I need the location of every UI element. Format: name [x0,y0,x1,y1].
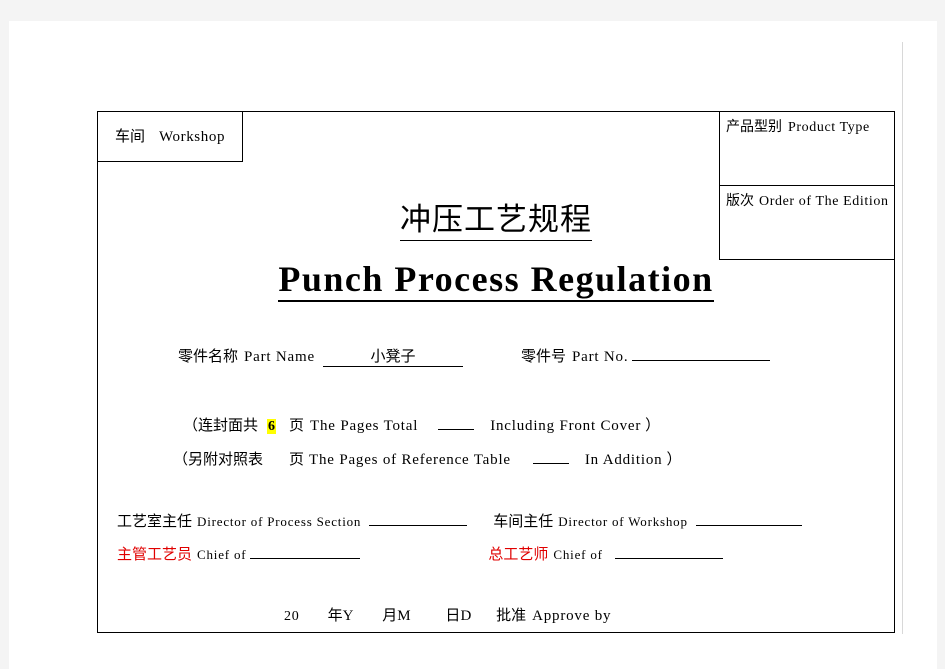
title-block: 冲压工艺规程 Punch Process Regulation [98,194,894,302]
date-year-en: Y [342,608,355,624]
page-surround-left [0,0,9,669]
page-surround-top [0,0,945,21]
workshop-label-cn: 车间 [114,127,145,145]
ref-extra-blank[interactable] [532,448,569,464]
date-day-cn: 日 [445,606,461,624]
pages-count-value[interactable]: 6 [267,419,277,434]
chief-engineer-label-en: Chief of [553,547,603,562]
workshop-cell-text: 车间 Workshop [115,127,225,146]
title-cn-wrap: 冲压工艺规程 [98,194,894,241]
part-no-label-en: Part No. [571,349,629,365]
pages-label-en: The Pages Total [310,418,419,434]
product-type-label-cn: 产品型别 [726,119,782,135]
date-month-cn: 月 [382,606,398,624]
title-en-wrap: Punch Process Regulation [98,258,894,302]
product-type-cell-text: 产品型别 Product Type [726,119,870,135]
document-title-cn: 冲压工艺规程 [400,194,592,241]
ref-label-en: The Pages of Reference Table [309,452,511,468]
chief-engineer-label-cn: 总工艺师 [488,545,549,563]
reference-table-row: （另附对照表 页 The Pages of Reference Table In Ad… [173,448,681,469]
document-page: 车间 Workshop 产品型别 Product Type 版次 Order of T… [9,21,937,669]
date-year-prefix[interactable]: 20 [284,609,300,624]
document-title-en: Punch Process Regulation [278,258,714,302]
ref-label-cn: 另附对照表 [188,450,264,468]
pages-open-paren: （ [183,416,199,434]
workshop-director-label-cn: 车间主任 [493,512,554,530]
date-year-cn: 年 [327,606,343,624]
part-no-value[interactable] [632,345,771,361]
product-type-label-en: Product Type [788,120,870,135]
pages-label-cn: 连封面共 [198,416,259,434]
pages-close-paren: ） [645,416,661,434]
part-name-label-en: Part Name [244,349,315,365]
pages-label-en2: Including Front Cover [490,418,642,434]
chief-process-label-cn: 主管工艺员 [117,545,193,563]
process-section-label-cn: 工艺室主任 [117,512,193,530]
workshop-director-label-en: Director of Workshop [558,514,688,529]
chief-engineer-signature[interactable] [614,544,723,559]
part-no-label-cn: 零件号 [520,347,566,365]
approve-label-cn: 批准 [496,606,527,624]
workshop-label-en: Workshop [158,129,226,145]
part-name-row: 零件名称 Part Name 小凳子 零件号 Part No. [178,345,771,367]
part-name-value[interactable]: 小凳子 [322,345,463,367]
process-section-signature[interactable] [369,511,468,526]
chief-process-signature[interactable] [250,544,361,559]
chief-process-label-en: Chief of [197,547,247,562]
date-day-en: D [460,608,473,624]
page-surround-right [937,21,945,669]
pages-extra-blank[interactable] [438,414,475,430]
ref-unit-cn: 页 [289,450,305,468]
pages-total-row: （连封面共 6 页 The Pages Total Including Front Co… [183,414,660,435]
ref-label-en2: In Addition [584,452,663,468]
workshop-director-signature[interactable] [695,511,802,526]
signature-row-chief: 主管工艺员 Chief of 总工艺师 Chief of [117,543,723,564]
workshop-cell[interactable]: 车间 Workshop [98,112,243,162]
signature-row-director: 工艺室主任 Director of Process Section 车间主任 Dire… [117,510,802,531]
process-section-label-en: Director of Process Section [197,514,362,529]
part-name-label-cn: 零件名称 [178,347,239,365]
page-edge-line [902,42,903,634]
approve-label-en: Approve by [532,608,612,624]
ref-close-paren: ） [666,450,682,468]
date-month-en: M [397,608,412,624]
ref-open-paren: （ [173,450,189,468]
product-type-cell[interactable]: 产品型别 Product Type [719,112,895,186]
cover-sheet-frame: 车间 Workshop 产品型别 Product Type 版次 Order of T… [97,111,895,633]
date-approve-row: 20 年Y 月M 日D 批准 Approve by [284,604,611,625]
pages-unit-cn: 页 [289,416,305,434]
